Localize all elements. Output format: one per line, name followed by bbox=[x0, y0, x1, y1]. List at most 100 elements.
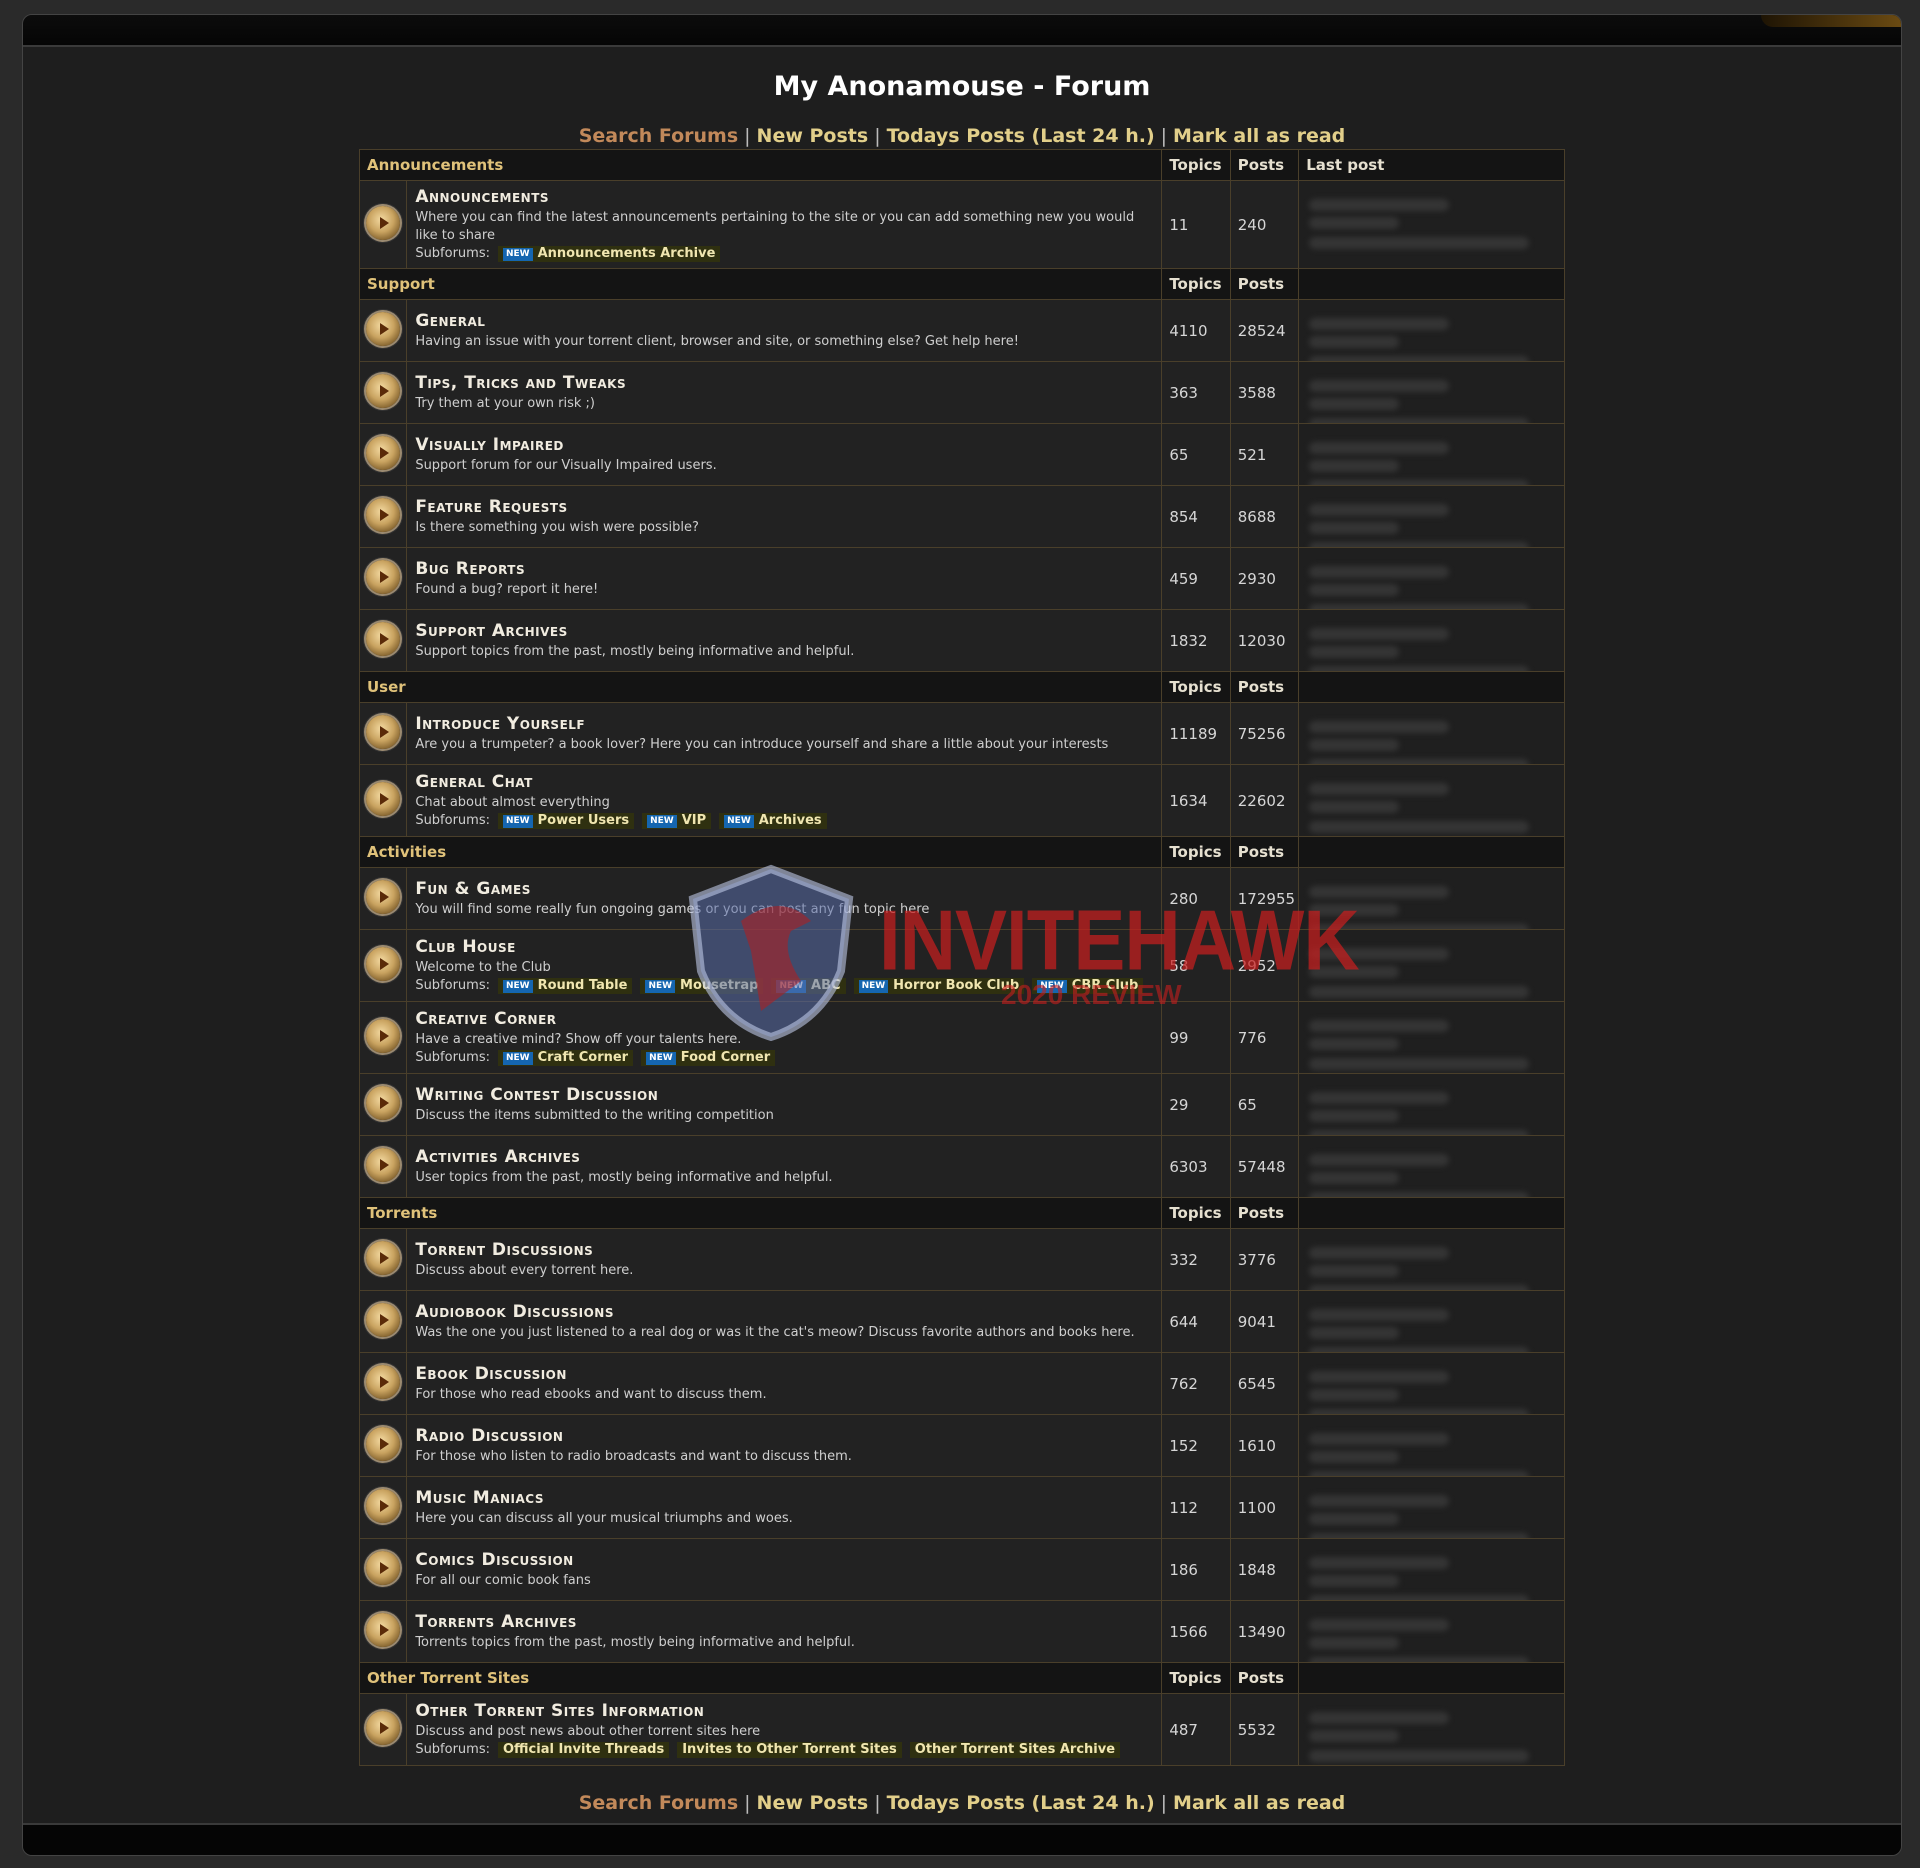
category-header: User Topics Posts bbox=[358, 671, 1565, 703]
mark-all-read-link[interactable]: Mark all as read bbox=[1173, 1792, 1345, 1814]
subforum-label: Mousetrap bbox=[680, 978, 759, 993]
forum-name-link[interactable]: Torrents Archives bbox=[415, 1612, 1153, 1632]
todays-posts-link[interactable]: Todays Posts (Last 24 h.) bbox=[887, 125, 1155, 147]
subforum-link[interactable]: NEW Craft Corner bbox=[498, 1050, 634, 1066]
subforum-list: Subforums: NEW Power Users NEW VIP NEW Archive… bbox=[415, 813, 1153, 829]
search-forums-link[interactable]: Search Forums bbox=[579, 125, 738, 147]
subforum-label: Archives bbox=[758, 813, 822, 828]
forum-description: Welcome to the Club bbox=[415, 960, 551, 975]
posts-count: 3588 bbox=[1229, 361, 1300, 424]
blurred-text bbox=[1309, 1657, 1530, 1662]
mark-all-read-link[interactable]: Mark all as read bbox=[1173, 125, 1345, 147]
forum-name-link[interactable]: Support Archives bbox=[415, 621, 1153, 641]
forum-status-cell bbox=[358, 929, 408, 1002]
category-title[interactable]: Support bbox=[358, 268, 1163, 300]
forum-row: Club House Welcome to the Club Subforums: N… bbox=[358, 929, 1565, 1002]
forum-name-link[interactable]: Music Maniacs bbox=[415, 1488, 1153, 1508]
blurred-text bbox=[1309, 566, 1450, 578]
forum-name-link[interactable]: Feature Requests bbox=[415, 497, 1153, 517]
posts-count: 3776 bbox=[1229, 1228, 1300, 1291]
forum-name-link[interactable]: Comics Discussion bbox=[415, 1550, 1153, 1570]
blurred-text bbox=[1309, 336, 1400, 348]
forum-name-link[interactable]: Announcements bbox=[415, 187, 1153, 207]
blurred-text bbox=[1309, 739, 1400, 751]
forum-description: Where you can find the latest announceme… bbox=[415, 210, 1135, 243]
subforum-link[interactable]: NEW Round Table bbox=[498, 978, 633, 994]
forum-name-link[interactable]: Writing Contest Discussion bbox=[415, 1085, 1153, 1105]
blurred-text bbox=[1309, 217, 1400, 229]
forum-name-link[interactable]: Torrent Discussions bbox=[415, 1240, 1153, 1260]
forum-name-link[interactable]: Tips, Tricks and Tweaks bbox=[415, 373, 1153, 393]
subforum-link[interactable]: NEW VIP bbox=[642, 813, 712, 829]
last-post-info-blurred bbox=[1298, 485, 1565, 548]
search-forums-link[interactable]: Search Forums bbox=[579, 1792, 738, 1814]
forum-name-link[interactable]: Club House bbox=[415, 937, 1153, 957]
forum-status-cell bbox=[358, 485, 408, 548]
forum-name-link[interactable]: Bug Reports bbox=[415, 559, 1153, 579]
forum-info: Fun & Games You will find some really fun… bbox=[406, 867, 1163, 930]
forum-row: Ebook Discussion For those who read ebook… bbox=[358, 1352, 1565, 1415]
subforum-link[interactable]: NEW Announcements Archive bbox=[498, 246, 721, 262]
forum-row: Creative Corner Have a creative mind? Sho… bbox=[358, 1001, 1565, 1074]
subforum-label: Craft Corner bbox=[537, 1050, 629, 1065]
blurred-text bbox=[1309, 1265, 1400, 1277]
forum-name-link[interactable]: General bbox=[415, 311, 1153, 331]
forum-name-link[interactable]: Visually Impaired bbox=[415, 435, 1153, 455]
new-posts-link[interactable]: New Posts bbox=[757, 1792, 869, 1814]
last-post-column-header bbox=[1298, 836, 1565, 868]
forum-description: Torrents topics from the past, mostly be… bbox=[415, 1634, 855, 1650]
subforum-link[interactable]: NEW Power Users bbox=[498, 813, 635, 829]
blurred-text bbox=[1309, 1495, 1450, 1507]
forum-name-link[interactable]: Activities Archives bbox=[415, 1147, 1153, 1167]
forum-status-cell bbox=[358, 547, 408, 610]
category-title[interactable]: Other Torrent Sites bbox=[358, 1662, 1163, 1694]
subforum-link[interactable]: NEW Food Corner bbox=[641, 1050, 776, 1066]
forum-description: Have a creative mind? Show off your tale… bbox=[415, 1032, 742, 1047]
forum-name-link[interactable]: Audiobook Discussions bbox=[415, 1302, 1153, 1322]
forum-status-cell bbox=[358, 702, 408, 765]
forum-name-link[interactable]: Other Torrent Sites Information bbox=[415, 1701, 1153, 1721]
todays-posts-link[interactable]: Todays Posts (Last 24 h.) bbox=[887, 1792, 1155, 1814]
forum-info: Other Torrent Sites Information Discuss a… bbox=[406, 1693, 1163, 1766]
blurred-text bbox=[1309, 1058, 1530, 1070]
forum-info: Radio Discussion For those who listen to … bbox=[406, 1414, 1163, 1477]
category-title[interactable]: Torrents bbox=[358, 1197, 1163, 1229]
blurred-text bbox=[1309, 1712, 1450, 1724]
last-post-column-header bbox=[1298, 1197, 1565, 1229]
category-title[interactable]: Activities bbox=[358, 836, 1163, 868]
forum-info: Announcements Where you can find the late… bbox=[406, 180, 1163, 269]
topics-column-header: Topics bbox=[1161, 149, 1231, 181]
category-title[interactable]: User bbox=[358, 671, 1163, 703]
forum-name-link[interactable]: Creative Corner bbox=[415, 1009, 1153, 1029]
forum-row: Feature Requests Is there something you w… bbox=[358, 485, 1565, 548]
forum-read-icon bbox=[366, 1710, 401, 1745]
subforum-link[interactable]: NEW CBR Club bbox=[1032, 978, 1144, 994]
forum-description: Try them at your own risk ;) bbox=[415, 395, 596, 411]
forum-name-link[interactable]: Introduce Yourself bbox=[415, 714, 1153, 734]
forum-name-link[interactable]: Fun & Games bbox=[415, 879, 1153, 899]
last-post-info-blurred bbox=[1298, 1476, 1565, 1539]
category-header: Announcements Topics Posts Last post bbox=[358, 149, 1565, 181]
subforum-link[interactable]: NEW ABC bbox=[771, 978, 846, 994]
forum-read-icon bbox=[366, 1426, 401, 1461]
topics-count: 4110 bbox=[1161, 299, 1231, 362]
subforum-link[interactable]: Invites to Other Torrent Sites bbox=[677, 1742, 902, 1758]
subforum-link[interactable]: Other Torrent Sites Archive bbox=[909, 1742, 1121, 1758]
blurred-text bbox=[1309, 460, 1400, 472]
topics-column-header: Topics bbox=[1161, 671, 1231, 703]
topics-count: 854 bbox=[1161, 485, 1231, 548]
forum-name-link[interactable]: General Chat bbox=[415, 772, 1153, 792]
new-posts-link[interactable]: New Posts bbox=[757, 125, 869, 147]
subforum-link[interactable]: Official Invite Threads bbox=[498, 1742, 670, 1758]
subforum-label: VIP bbox=[681, 813, 707, 828]
forum-name-link[interactable]: Radio Discussion bbox=[415, 1426, 1153, 1446]
forum-status-cell bbox=[358, 1414, 408, 1477]
forum-name-link[interactable]: Ebook Discussion bbox=[415, 1364, 1153, 1384]
subforum-link[interactable]: NEW Archives bbox=[719, 813, 827, 829]
subforum-link[interactable]: NEW Mousetrap bbox=[640, 978, 764, 994]
forum-status-cell bbox=[358, 361, 408, 424]
blurred-text bbox=[1309, 628, 1450, 640]
subforum-link[interactable]: NEW Horror Book Club bbox=[853, 978, 1025, 994]
category-title[interactable]: Announcements bbox=[358, 149, 1163, 181]
blurred-text bbox=[1309, 1327, 1400, 1339]
